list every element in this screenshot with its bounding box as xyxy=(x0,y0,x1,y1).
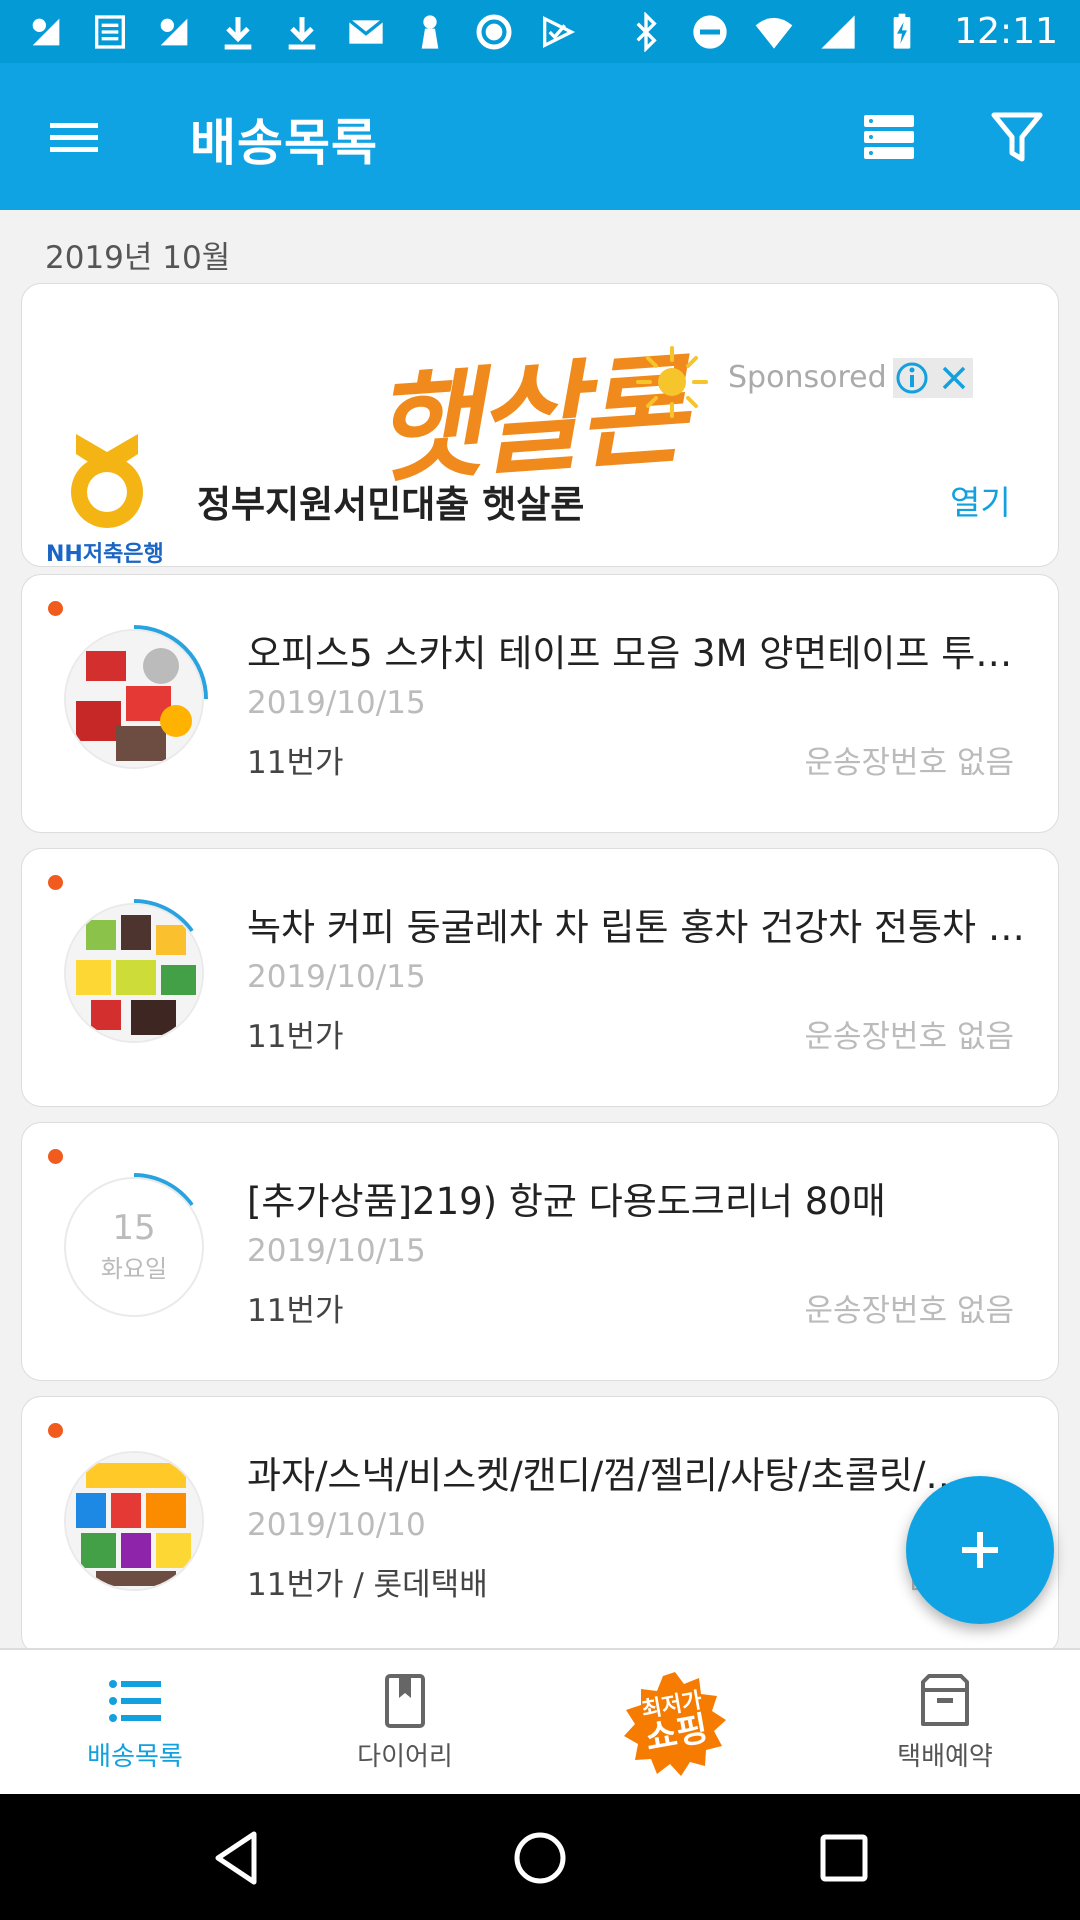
info-icon[interactable] xyxy=(895,361,929,395)
item-title: 과자/스낵/비스켓/캔디/껌/젤리/사탕/초콜릿/간식 xyxy=(247,1454,967,1497)
list-icon xyxy=(109,1680,161,1722)
app-bar: 배송목록 xyxy=(0,63,1080,210)
filter-icon[interactable] xyxy=(990,109,1044,165)
item-title: [추가상품]219) 항균 다용도크리너 80매 xyxy=(247,1180,886,1223)
item-shop: 11번가 xyxy=(247,1293,344,1329)
item-title: 오피스5 스카치 테이프 모음 3M 양면테이프 투명테이프 xyxy=(247,632,1037,675)
add-delivery-button[interactable] xyxy=(906,1476,1054,1624)
tab-label: 배송목록 xyxy=(87,1742,183,1772)
download-icon xyxy=(218,12,258,52)
sponsored-ad-card[interactable]: 햇살론 Sponsored NH저축은행 정부지원서민대출 햇살론 열기 xyxy=(21,283,1059,567)
download-icon xyxy=(282,12,322,52)
bank-name: NH저축은행 xyxy=(46,542,164,567)
page-title: 배송목록 xyxy=(190,114,378,172)
bookmark-book-icon xyxy=(385,1674,425,1728)
sponsored-label: Sponsored xyxy=(728,360,887,395)
wifi-icon xyxy=(754,12,794,52)
ad-choices[interactable] xyxy=(893,358,973,398)
item-shop: 11번가 xyxy=(247,745,344,781)
item-title: 녹차 커피 둥굴레차 차 립톤 홍차 건강차 전통차 모음 xyxy=(247,906,1037,949)
status-bar-notifications xyxy=(26,12,578,52)
home-icon[interactable] xyxy=(510,1828,570,1888)
status-bar: 12:11 xyxy=(0,0,1080,63)
mail-icon xyxy=(346,12,386,52)
tab-diary[interactable]: 다이어리 xyxy=(305,1650,505,1796)
item-status: 운송장번호 없음 xyxy=(804,745,1015,781)
wifi-key-icon xyxy=(154,12,194,52)
delivery-item[interactable]: 녹차 커피 둥굴레차 차 립톤 홍차 건강차 전통차 모음 2019/10/15… xyxy=(21,848,1059,1107)
list-view-icon[interactable] xyxy=(862,107,916,167)
unread-dot xyxy=(48,601,63,616)
item-shop: 11번가 / 롯데택배 xyxy=(247,1567,488,1603)
tab-delivery-list[interactable]: 배송목록 xyxy=(35,1650,235,1796)
battery-charging-icon xyxy=(882,12,922,52)
delivery-item[interactable]: 15 화요일 [추가상품]219) 항균 다용도크리너 80매 2019/10/… xyxy=(21,1122,1059,1381)
bottom-navigation: 배송목록 다이어리 최저가 쇼핑 택배예약 xyxy=(0,1648,1080,1794)
wifi-key-icon xyxy=(26,12,66,52)
box-icon xyxy=(921,1674,969,1726)
signal-icon xyxy=(818,12,858,52)
status-bar-system: 12:11 xyxy=(626,11,1058,52)
tab-parcel-booking[interactable]: 택배예약 xyxy=(845,1650,1045,1796)
unread-dot xyxy=(48,1149,63,1164)
product-thumbnail xyxy=(64,1451,204,1591)
do-not-disturb-icon xyxy=(690,12,730,52)
item-status: 운송장번호 없음 xyxy=(804,1293,1015,1329)
item-shop: 11번가 xyxy=(247,1019,344,1055)
delivery-item[interactable]: 과자/스낵/비스켓/캔디/껌/젤리/사탕/초콜릿/간식 2019/10/10 1… xyxy=(21,1396,1059,1655)
item-date: 2019/10/15 xyxy=(247,959,426,995)
date-placeholder: 15 화요일 xyxy=(64,1177,204,1317)
delivery-item[interactable]: 오피스5 스카치 테이프 모음 3M 양면테이프 투명테이프 2019/10/1… xyxy=(21,574,1059,833)
screen: 12:11 배송목록 2019년 10월 햇살론 Sponsored NH저축은… xyxy=(0,0,1080,1920)
back-icon[interactable] xyxy=(208,1828,268,1888)
menu-icon[interactable] xyxy=(44,107,104,167)
item-date: 2019/10/15 xyxy=(247,685,426,721)
unread-dot xyxy=(48,1423,63,1438)
system-navigation-bar xyxy=(0,1794,1080,1920)
product-thumbnail xyxy=(64,629,204,769)
plus-icon xyxy=(962,1532,998,1568)
close-icon[interactable] xyxy=(937,361,971,395)
recents-icon[interactable] xyxy=(814,1828,874,1888)
product-thumbnail xyxy=(64,903,204,1043)
item-date: 2019/10/15 xyxy=(247,1233,426,1269)
tab-label: 택배예약 xyxy=(897,1742,993,1772)
ad-open-button[interactable]: 열기 xyxy=(950,476,1011,524)
keyhole-icon xyxy=(410,12,450,52)
sun-icon xyxy=(636,346,708,418)
weekday: 화요일 xyxy=(100,1254,168,1283)
clock: 12:11 xyxy=(954,11,1058,52)
item-status: 운송장번호 없음 xyxy=(804,1019,1015,1055)
day-number: 15 xyxy=(112,1207,156,1248)
unread-dot xyxy=(48,875,63,890)
check-flag-icon xyxy=(538,12,578,52)
month-header: 2019년 10월 xyxy=(45,240,231,276)
news-icon xyxy=(90,12,130,52)
item-date: 2019/10/10 xyxy=(247,1507,426,1543)
tab-label: 다이어리 xyxy=(357,1742,453,1772)
record-icon xyxy=(474,12,514,52)
ad-headline: 정부지원서민대출 햇살론 xyxy=(197,483,585,526)
bluetooth-icon xyxy=(626,11,666,52)
